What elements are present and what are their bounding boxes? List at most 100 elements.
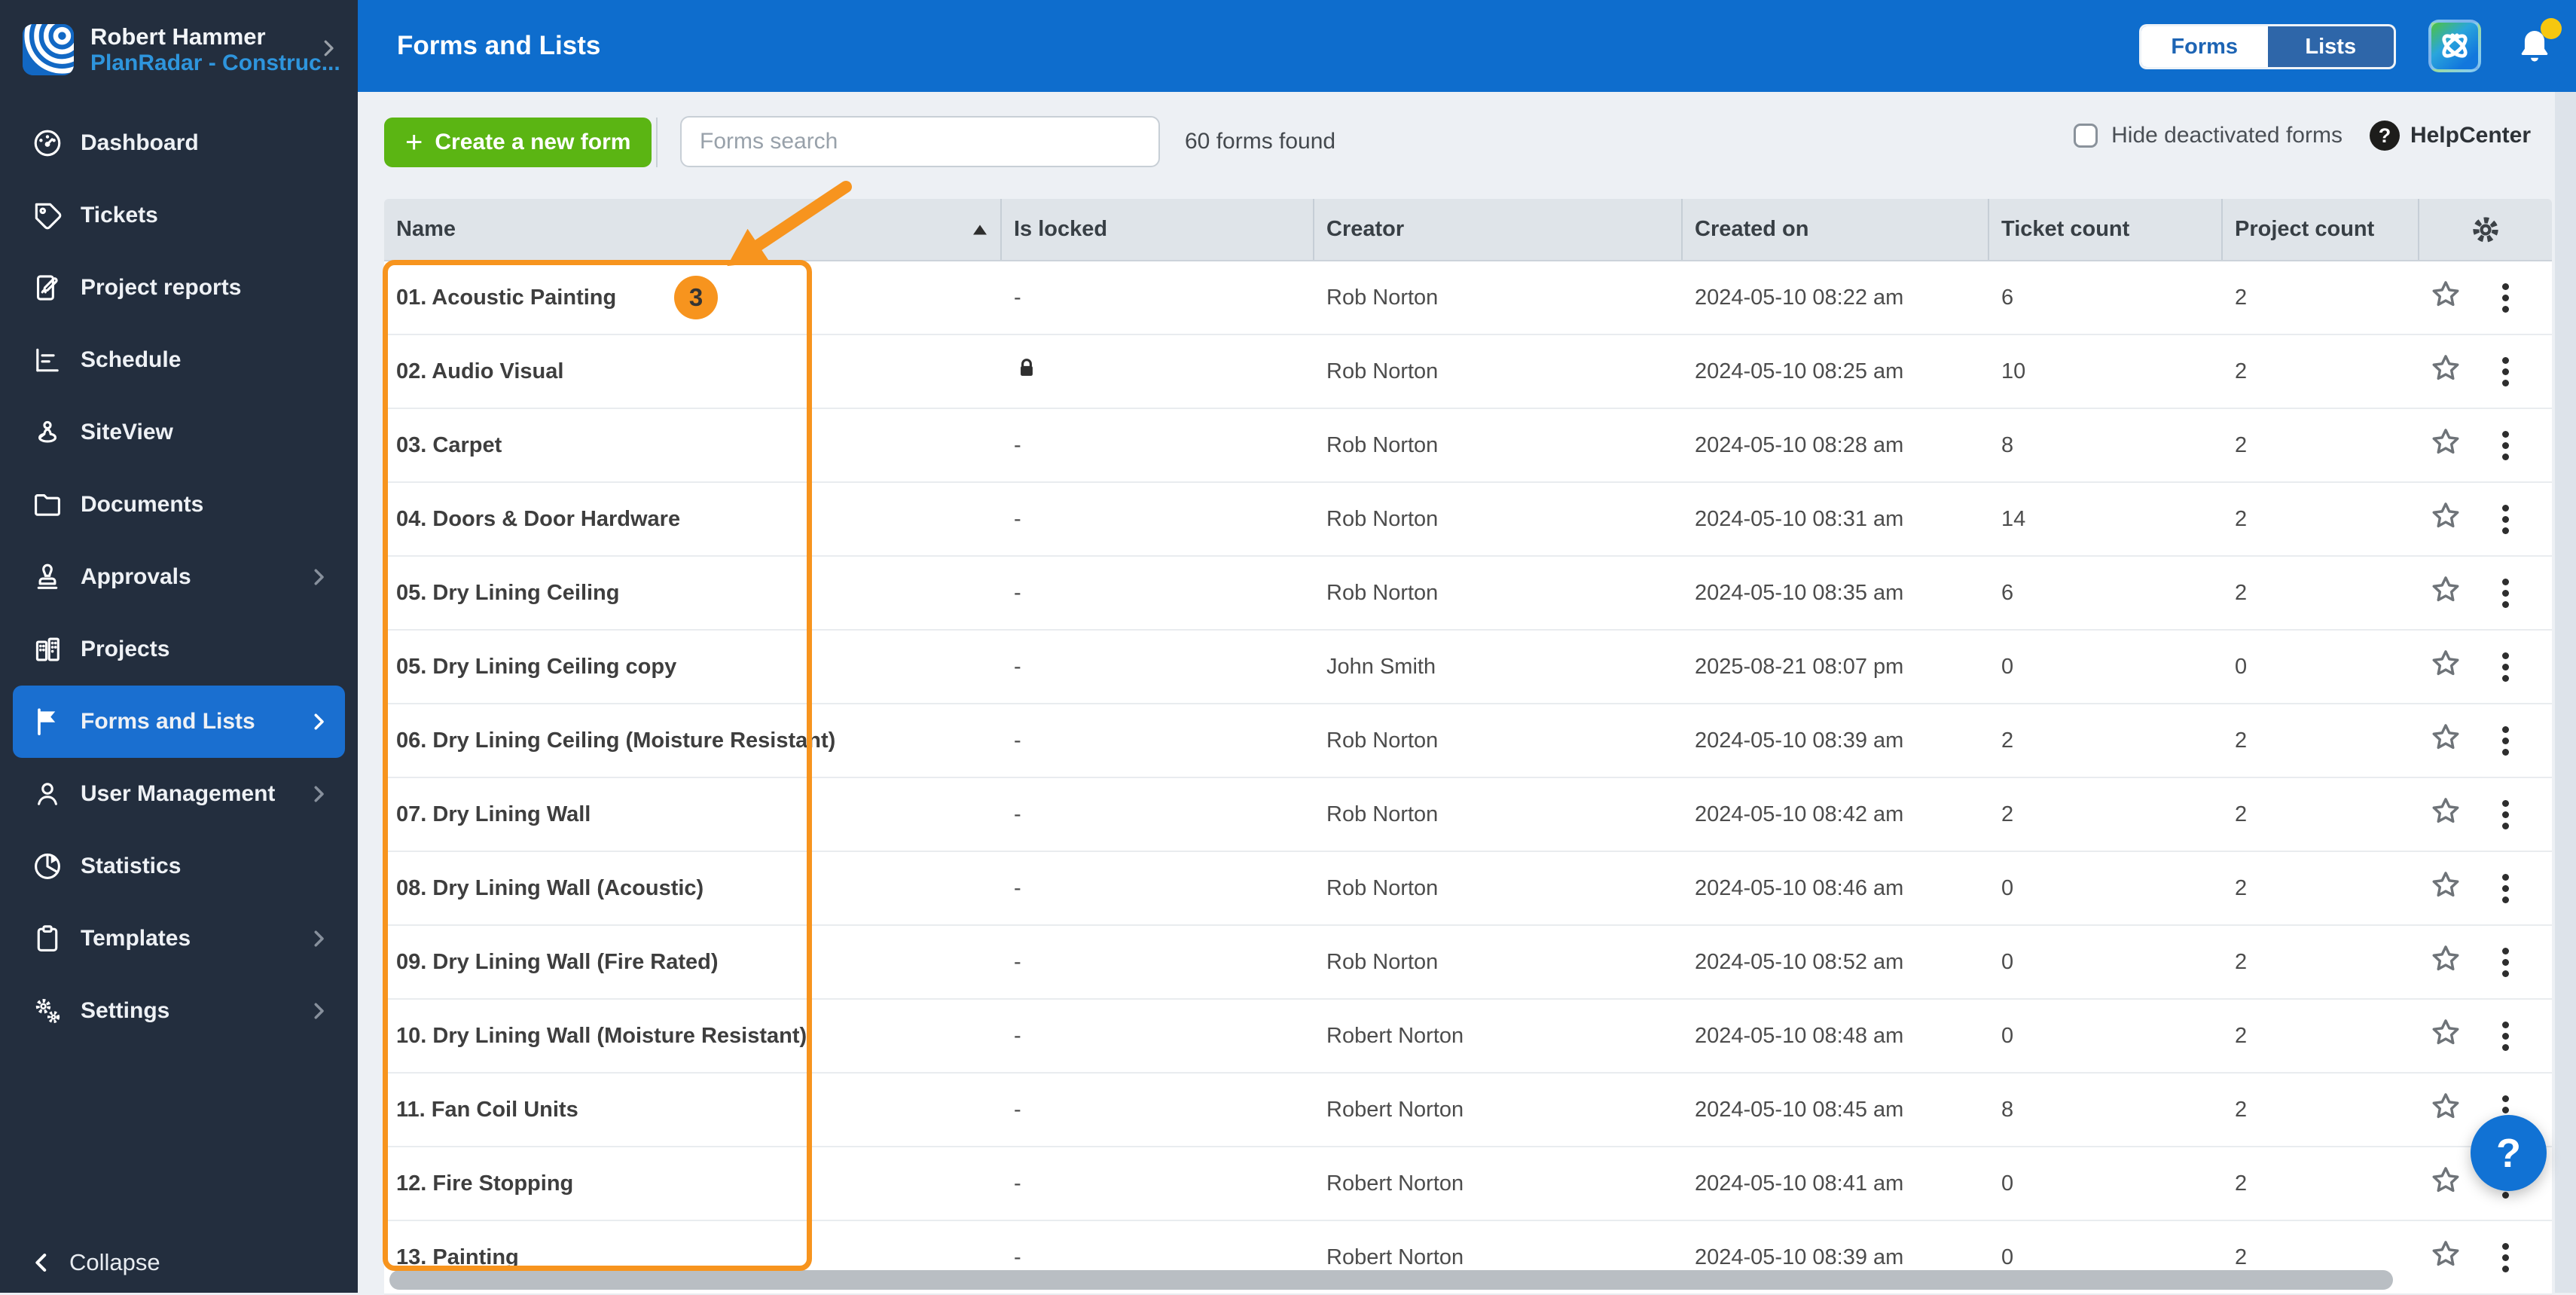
creator-cell: Rob Norton: [1326, 802, 1439, 826]
table-row[interactable]: 11. Fan Coil Units - Robert Norton 2024-…: [384, 1074, 2552, 1147]
favorite-star-icon[interactable]: [2428, 425, 2463, 466]
favorite-star-icon[interactable]: [2428, 942, 2463, 982]
created-on-cell: 2024-05-10 08:45 am: [1695, 1097, 1904, 1122]
favorite-star-icon[interactable]: [2428, 499, 2463, 539]
column-header-is-locked[interactable]: Is locked: [1002, 199, 1314, 260]
app-switcher-icon[interactable]: [2428, 20, 2481, 72]
ticket-count-cell: 0: [2001, 1171, 2014, 1196]
favorite-star-icon[interactable]: [2428, 277, 2463, 318]
stamp-icon: [31, 560, 64, 594]
notifications-bell-icon[interactable]: [2513, 18, 2562, 68]
table-row[interactable]: 07. Dry Lining Wall - Rob Norton 2024-05…: [384, 778, 2552, 852]
table-row[interactable]: 04. Doors & Door Hardware - Rob Norton 2…: [384, 483, 2552, 557]
ticket-count-cell: 14: [2001, 506, 2026, 531]
row-menu-kebab-icon[interactable]: [2496, 794, 2515, 835]
row-menu-kebab-icon[interactable]: [2496, 351, 2515, 392]
sidebar-item-siteview[interactable]: SiteView: [13, 396, 345, 469]
favorite-star-icon[interactable]: [2428, 720, 2463, 761]
chevron-left-icon: [35, 1254, 47, 1272]
help-question-icon[interactable]: ?: [2369, 121, 2400, 151]
sidebar-item-projects[interactable]: Projects: [13, 613, 345, 686]
forms-search-input[interactable]: [680, 116, 1160, 167]
form-name: 13. Painting: [396, 1245, 519, 1269]
column-header-name[interactable]: Name: [384, 199, 1002, 260]
row-menu-kebab-icon[interactable]: [2496, 720, 2515, 762]
sidebar-item-tickets[interactable]: Tickets: [13, 179, 345, 252]
tab-lists[interactable]: Lists: [2268, 26, 2394, 67]
sidebar-item-dashboard[interactable]: Dashboard: [13, 107, 345, 179]
horizontal-scrollbar-thumb[interactable]: [389, 1270, 2393, 1290]
table-row[interactable]: 02. Audio Visual Rob Norton 2024-05-10 0…: [384, 335, 2552, 409]
form-name: 05. Dry Lining Ceiling copy: [396, 654, 677, 679]
favorite-star-icon[interactable]: [2428, 1089, 2463, 1130]
row-menu-kebab-icon[interactable]: [2496, 646, 2515, 688]
sidebar-item-user-management[interactable]: User Management: [13, 758, 345, 830]
created-on-cell: 2025-08-21 08:07 pm: [1695, 654, 1904, 679]
table-row[interactable]: 12. Fire Stopping - Robert Norton 2024-0…: [384, 1147, 2552, 1221]
favorite-star-icon[interactable]: [2428, 573, 2463, 613]
row-menu-kebab-icon[interactable]: [2496, 1016, 2515, 1057]
project-count-cell: 2: [2235, 802, 2248, 826]
sidebar-item-approvals[interactable]: Approvals: [13, 541, 345, 613]
table-row[interactable]: 01. Acoustic Painting 3 - Rob Norton 202…: [384, 261, 2552, 335]
sidebar-item-forms-and-lists[interactable]: Forms and Lists: [13, 686, 345, 758]
vertical-scrollbar-track[interactable]: [2555, 92, 2576, 1293]
favorite-star-icon[interactable]: [2428, 794, 2463, 835]
sidebar-item-project-reports[interactable]: Project reports: [13, 252, 345, 324]
row-menu-kebab-icon[interactable]: [2496, 942, 2515, 983]
column-header-creator[interactable]: Creator: [1314, 199, 1683, 260]
favorite-star-icon[interactable]: [2428, 1163, 2463, 1204]
column-settings-gear-icon[interactable]: [2419, 199, 2552, 260]
account-switcher[interactable]: Robert Hammer PlanRadar - Construc...: [0, 0, 358, 99]
sidebar-item-settings[interactable]: Settings: [13, 975, 345, 1047]
favorite-star-icon[interactable]: [2428, 646, 2463, 687]
not-locked-dash: -: [1014, 432, 1021, 457]
tab-forms[interactable]: Forms: [2141, 26, 2268, 67]
forms-table: Name Is locked Creator Created on Ticket…: [384, 199, 2552, 1295]
table-row[interactable]: 06. Dry Lining Ceiling (Moisture Resista…: [384, 704, 2552, 778]
column-header-ticket-count[interactable]: Ticket count: [1989, 199, 2223, 260]
creator-cell: Rob Norton: [1326, 949, 1439, 974]
favorite-star-icon[interactable]: [2428, 351, 2463, 392]
hide-deactivated-checkbox[interactable]: [2074, 124, 2098, 148]
table-header-row: Name Is locked Creator Created on Ticket…: [384, 199, 2552, 261]
row-menu-kebab-icon[interactable]: [2496, 868, 2515, 909]
ticket-count-cell: 8: [2001, 1097, 2014, 1122]
project-count-cell: 2: [2235, 1097, 2248, 1122]
topbar: Forms and Lists Forms Lists: [358, 0, 2576, 92]
row-menu-kebab-icon[interactable]: [2496, 499, 2515, 540]
schedule-icon: [31, 344, 64, 377]
planradar-logo-icon: [23, 24, 74, 75]
creator-cell: John Smith: [1326, 654, 1436, 679]
form-name: 06. Dry Lining Ceiling (Moisture Resista…: [396, 728, 836, 753]
table-row[interactable]: 05. Dry Lining Ceiling - Rob Norton 2024…: [384, 557, 2552, 631]
sidebar-item-statistics[interactable]: Statistics: [13, 830, 345, 903]
row-menu-kebab-icon[interactable]: [2496, 425, 2515, 466]
collapse-sidebar-button[interactable]: Collapse: [29, 1249, 160, 1276]
row-menu-kebab-icon[interactable]: [2496, 573, 2515, 614]
create-new-form-label: Create a new form: [435, 130, 631, 154]
favorite-star-icon[interactable]: [2428, 1237, 2463, 1278]
helpcenter-link[interactable]: HelpCenter: [2410, 123, 2531, 148]
favorite-star-icon[interactable]: [2428, 1016, 2463, 1056]
column-header-project-count[interactable]: Project count: [2223, 199, 2419, 260]
project-count-cell: 2: [2235, 875, 2248, 900]
sidebar-item-documents[interactable]: Documents: [13, 469, 345, 541]
not-locked-dash: -: [1014, 802, 1021, 826]
table-row[interactable]: 03. Carpet - Rob Norton 2024-05-10 08:28…: [384, 409, 2552, 483]
table-row[interactable]: 10. Dry Lining Wall (Moisture Resistant)…: [384, 1000, 2552, 1074]
floating-help-button[interactable]: ?: [2471, 1115, 2547, 1191]
column-header-created-on[interactable]: Created on: [1683, 199, 1989, 260]
table-row[interactable]: 08. Dry Lining Wall (Acoustic) - Rob Nor…: [384, 852, 2552, 926]
row-menu-kebab-icon[interactable]: [2496, 277, 2515, 319]
favorite-star-icon[interactable]: [2428, 868, 2463, 909]
row-menu-kebab-icon[interactable]: [2496, 1237, 2515, 1278]
sidebar-item-templates[interactable]: Templates: [13, 903, 345, 975]
table-row[interactable]: 09. Dry Lining Wall (Fire Rated) - Rob N…: [384, 926, 2552, 1000]
table-row[interactable]: 05. Dry Lining Ceiling copy - John Smith…: [384, 631, 2552, 704]
sidebar-item-schedule[interactable]: Schedule: [13, 324, 345, 396]
gears-icon: [31, 994, 64, 1028]
form-name: 02. Audio Visual: [396, 359, 564, 383]
ticket-count-cell: 0: [2001, 1023, 2014, 1048]
create-new-form-button[interactable]: + Create a new form: [384, 118, 652, 167]
